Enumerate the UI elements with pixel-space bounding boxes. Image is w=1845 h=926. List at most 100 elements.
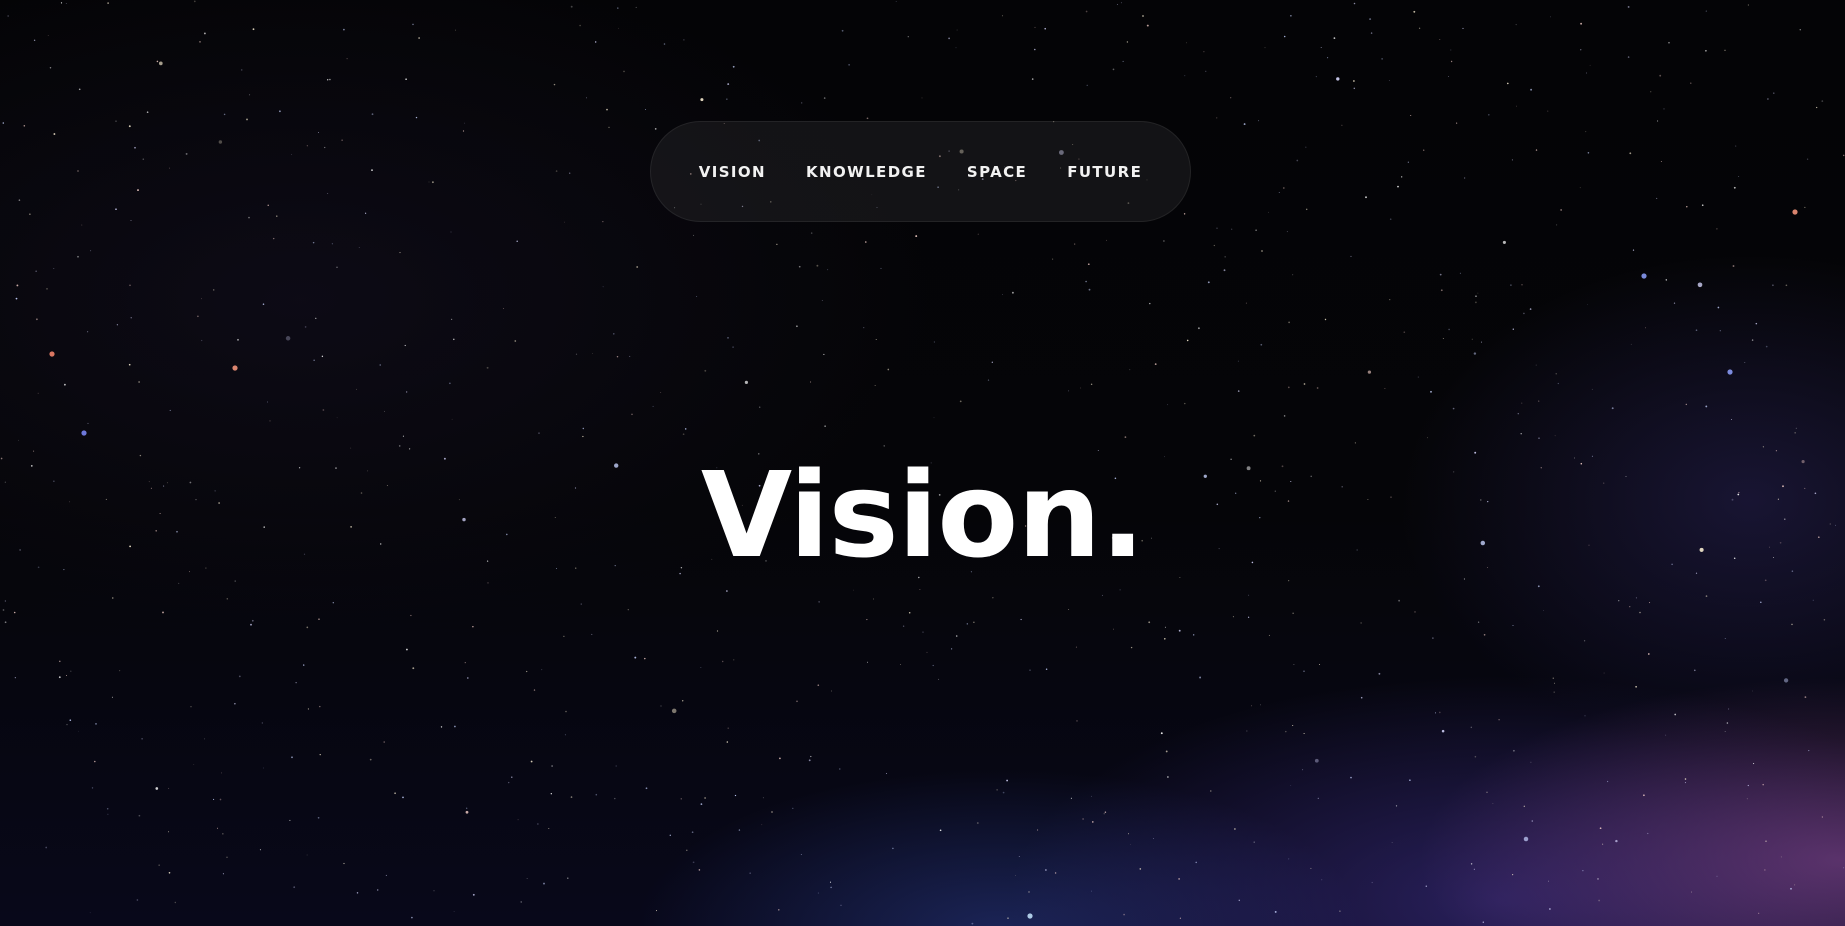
star	[1285, 730, 1287, 733]
star	[1068, 609, 1070, 610]
star	[222, 833, 224, 835]
star	[1502, 240, 1506, 244]
star	[1657, 120, 1659, 122]
star	[1530, 761, 1532, 763]
star	[1350, 776, 1352, 779]
star	[1808, 750, 1810, 752]
star	[810, 232, 813, 234]
star	[615, 765, 617, 767]
star	[450, 318, 453, 321]
star	[77, 255, 79, 258]
star	[130, 220, 132, 221]
star	[829, 881, 832, 883]
nav-link-knowledge[interactable]: KNOWLEDGE	[806, 163, 927, 181]
star	[541, 669, 543, 671]
star	[1597, 878, 1599, 880]
star	[1439, 711, 1441, 714]
star	[1635, 685, 1637, 688]
star	[1193, 634, 1195, 636]
star	[155, 787, 159, 790]
nav-link-vision[interactable]: VISION	[699, 163, 766, 181]
star	[1724, 49, 1726, 51]
star	[1245, 302, 1247, 304]
star	[1015, 874, 1016, 876]
star	[1521, 402, 1523, 404]
star	[1606, 780, 1609, 783]
star	[168, 787, 170, 789]
star	[81, 224, 83, 226]
star	[885, 773, 887, 775]
star	[594, 41, 597, 43]
star	[142, 158, 145, 160]
star	[1130, 843, 1131, 845]
star	[1378, 672, 1381, 675]
star	[7, 15, 9, 17]
star	[520, 901, 522, 903]
star	[579, 24, 581, 27]
star	[1292, 274, 1294, 276]
star	[1483, 633, 1486, 636]
star	[1413, 10, 1416, 13]
nav-link-space[interactable]: SPACE	[967, 163, 1027, 181]
star	[136, 899, 139, 901]
bright-star	[1641, 273, 1647, 279]
star	[1178, 878, 1180, 880]
star	[1823, 619, 1826, 621]
star	[1547, 110, 1549, 112]
star	[645, 109, 646, 111]
star	[295, 682, 297, 684]
star	[1516, 105, 1517, 107]
star	[1029, 669, 1031, 671]
star	[332, 602, 334, 604]
star	[1732, 265, 1735, 267]
star	[1639, 611, 1641, 614]
star	[1627, 5, 1630, 8]
star	[1391, 842, 1393, 843]
star	[1080, 387, 1082, 389]
star	[1088, 288, 1091, 291]
star	[511, 776, 513, 778]
star	[1523, 312, 1525, 315]
star	[379, 364, 381, 366]
star	[1002, 791, 1005, 794]
star	[595, 793, 598, 796]
star	[796, 700, 798, 703]
star	[1283, 415, 1286, 417]
star	[376, 889, 379, 891]
star	[69, 719, 72, 721]
star	[1074, 243, 1076, 245]
star	[385, 874, 387, 876]
star	[700, 803, 703, 805]
star	[1260, 343, 1263, 346]
star	[1684, 778, 1687, 780]
star	[1195, 861, 1197, 864]
star	[212, 289, 215, 291]
star	[453, 338, 455, 341]
star	[1464, 177, 1466, 179]
star	[1210, 790, 1212, 792]
star	[727, 727, 729, 729]
star	[1260, 704, 1261, 706]
nav-link-future[interactable]: FUTURE	[1067, 163, 1142, 181]
star	[1659, 74, 1662, 77]
star	[1247, 616, 1250, 618]
star	[726, 590, 728, 592]
star	[1333, 37, 1336, 39]
star	[78, 88, 81, 91]
star	[538, 432, 540, 434]
star	[95, 723, 97, 725]
star	[383, 410, 386, 412]
star	[1512, 874, 1514, 876]
star	[564, 734, 566, 736]
star	[1665, 734, 1667, 736]
star	[269, 420, 271, 422]
star	[732, 65, 735, 68]
star	[454, 725, 456, 728]
star	[35, 270, 37, 272]
star	[1795, 427, 1797, 429]
star	[1716, 875, 1718, 877]
star	[606, 108, 608, 111]
star	[1816, 106, 1818, 109]
star	[824, 425, 826, 427]
star	[1370, 32, 1373, 34]
